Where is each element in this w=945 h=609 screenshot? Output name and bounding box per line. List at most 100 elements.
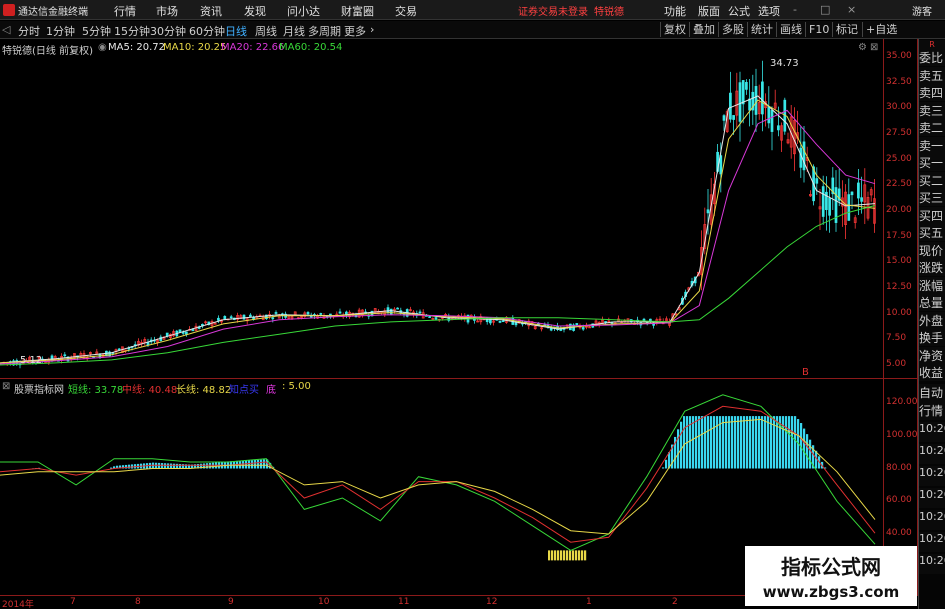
right-panel-item[interactable]: 换手: [919, 329, 945, 346]
left-arrow-icon[interactable]: ◁: [2, 23, 10, 36]
right-panel-item[interactable]: 净资: [919, 346, 945, 364]
indicator-bar: [158, 462, 161, 469]
right-panel-item[interactable]: 卖三: [919, 101, 945, 119]
right-panel-item[interactable]: 卖二: [919, 119, 945, 136]
menu-item-trade[interactable]: 交易: [395, 3, 417, 19]
indicator-bar: [767, 416, 770, 469]
menu-item-formula[interactable]: 公式: [728, 3, 750, 19]
candle-body: [319, 313, 323, 315]
right-panel-item[interactable]: 收益: [919, 364, 945, 381]
indicator-bar: [755, 416, 758, 469]
tab-period-7[interactable]: 周线: [255, 23, 277, 39]
tab-period-4[interactable]: 30分钟: [150, 23, 186, 39]
tab-period-6[interactable]: 日线: [225, 23, 247, 39]
ma-line-ma10: [0, 99, 876, 364]
tab-period-3[interactable]: 15分钟: [114, 23, 150, 39]
candle-body: [821, 186, 825, 217]
right-panel-item[interactable]: 现价: [919, 241, 945, 259]
menu-item-market[interactable]: 市场: [156, 3, 178, 19]
candle-body: [271, 317, 275, 320]
y-tick-label: 15.00: [886, 256, 912, 267]
indicator-y-tick-label: 120.00: [886, 397, 918, 407]
menu-item-options[interactable]: 选项: [758, 3, 780, 19]
toolbar-overlay-button[interactable]: 叠加: [689, 22, 718, 37]
right-panel-item[interactable]: 买二: [919, 171, 945, 189]
right-panel-item[interactable]: 买五: [919, 224, 945, 241]
toolbar-favorite-button[interactable]: +自选: [862, 22, 900, 37]
tab-period-9[interactable]: 多周期: [308, 23, 341, 39]
minimize-button[interactable]: -: [793, 3, 797, 16]
more-arrow-icon[interactable]: ›: [370, 23, 374, 36]
candle-body: [847, 194, 851, 221]
right-panel-item[interactable]: 买四: [919, 206, 945, 224]
right-panel-item[interactable]: 外盘: [919, 311, 945, 329]
indicator-bar: [206, 463, 209, 469]
right-panel-item[interactable]: 卖四: [919, 84, 945, 101]
menu-item-ask[interactable]: 问小达: [287, 3, 320, 19]
tab-period-1[interactable]: 1分钟: [46, 23, 75, 39]
close-chart-icon[interactable]: ⊠: [870, 42, 878, 53]
right-panel-item[interactable]: 买一: [919, 154, 945, 171]
expand-icon[interactable]: ◉: [98, 42, 107, 53]
candle-body: [146, 342, 150, 346]
bottom-bar: [566, 550, 569, 561]
tab-period-0[interactable]: 分时: [18, 23, 40, 39]
bottom-bar: [584, 550, 587, 561]
right-panel-time: 10:26: [919, 466, 945, 486]
tab-period-8[interactable]: 月线: [283, 23, 305, 39]
maximize-button[interactable]: □: [820, 3, 830, 16]
right-panel-item[interactable]: 涨幅: [919, 276, 945, 294]
menu-item-function[interactable]: 功能: [664, 3, 686, 19]
tab-period-2[interactable]: 5分钟: [82, 23, 111, 39]
candle-body: [185, 331, 188, 335]
y-tick-label: 27.50: [886, 128, 912, 138]
toolbar-f10-button[interactable]: F10: [805, 22, 832, 37]
indicator-bar: [245, 460, 248, 469]
toolbar-adjust-button[interactable]: 复权: [660, 22, 689, 37]
bottom-bar: [554, 550, 557, 561]
indicator-bar: [716, 416, 719, 469]
candle-body: [770, 109, 774, 132]
login-status[interactable]: 证券交易未登录: [518, 3, 588, 18]
date-tick-label: 10: [318, 597, 330, 607]
menu-item-layout[interactable]: 版面: [698, 3, 720, 19]
indicator-bar: [698, 416, 701, 469]
menu-item-wealth[interactable]: 财富圈: [341, 3, 374, 19]
bottom-bar: [551, 550, 554, 561]
right-panel-time: 10:26: [919, 444, 945, 464]
price-chart[interactable]: [0, 55, 883, 377]
candle-body: [732, 115, 735, 120]
menu-item-quotes[interactable]: 行情: [114, 3, 136, 19]
menu-item-news[interactable]: 资讯: [200, 3, 222, 19]
toolbar-multi-button[interactable]: 多股: [718, 22, 747, 37]
indicator-bar: [110, 467, 113, 469]
sub-chart-icon[interactable]: ⊠: [2, 381, 10, 392]
right-panel-item[interactable]: 买三: [919, 189, 945, 206]
right-panel-item[interactable]: 卖五: [919, 66, 945, 84]
indicator-bar: [731, 416, 734, 469]
candle-body: [396, 307, 399, 310]
right-panel-item[interactable]: 委比: [919, 49, 945, 66]
tab-period-10[interactable]: 更多: [344, 23, 366, 39]
quotes-label[interactable]: 行情: [919, 402, 945, 420]
guest-label[interactable]: 游客: [912, 3, 932, 18]
candle-body: [706, 209, 710, 214]
right-panel-item[interactable]: 总量: [919, 294, 945, 311]
right-panel-item[interactable]: 涨跌: [919, 259, 945, 276]
bottom-bar: [581, 550, 584, 561]
toolbar-draw-button[interactable]: 画线: [776, 22, 805, 37]
auto-label[interactable]: 自动: [919, 384, 945, 402]
current-stock: 特锐德: [594, 7, 624, 18]
tab-period-5[interactable]: 60分钟: [189, 23, 225, 39]
menu-item-discover[interactable]: 发现: [244, 3, 266, 19]
toolbar-mark-button[interactable]: 标记: [832, 22, 861, 37]
candle-body: [229, 316, 233, 319]
candle-body: [428, 316, 431, 318]
ma5-legend: MA5: 20.72: [108, 42, 166, 53]
settings-icon[interactable]: ⚙: [858, 42, 867, 53]
candle-body: [860, 197, 863, 202]
toolbar-stats-button[interactable]: 统计: [747, 22, 776, 37]
right-panel-item[interactable]: 卖一: [919, 136, 945, 154]
indicator-bar: [785, 416, 788, 469]
close-button[interactable]: ×: [847, 3, 856, 16]
